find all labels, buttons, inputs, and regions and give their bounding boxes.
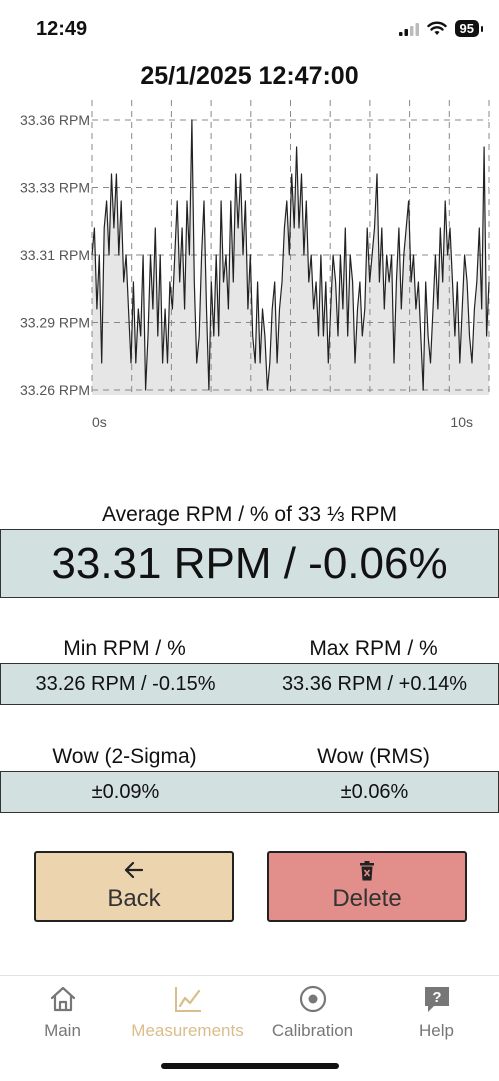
svg-text:?: ? bbox=[432, 989, 441, 1006]
back-button-label: Back bbox=[107, 885, 161, 912]
x-tick-label: 0s bbox=[92, 414, 107, 430]
home-icon bbox=[0, 984, 125, 1014]
battery-indicator: 95 bbox=[454, 20, 484, 37]
help-icon: ? bbox=[374, 984, 499, 1014]
tab-calibration-label: Calibration bbox=[271, 1021, 354, 1040]
min-label: Min RPM / % bbox=[63, 637, 186, 660]
wifi-icon bbox=[426, 21, 447, 35]
max-value: 33.36 RPM / +0.14% bbox=[281, 673, 468, 695]
delete-button-label: Delete bbox=[332, 885, 402, 912]
status-icons: 95 bbox=[398, 20, 484, 37]
tab-calibration[interactable]: Calibration bbox=[250, 976, 375, 1051]
rpm-chart-svg: 33.36 RPM 33.33 RPM 33.31 RPM 33.29 RPM 33.2… bbox=[20, 100, 490, 430]
tab-measurements[interactable]: Measurements bbox=[125, 976, 250, 1051]
tab-help[interactable]: ? Help bbox=[374, 976, 499, 1051]
y-tick-label: 33.33 RPM bbox=[20, 180, 90, 196]
status-bar: 12:49 95 bbox=[0, 0, 499, 60]
chart-line-icon bbox=[125, 984, 250, 1014]
wow-sigma-label: Wow (2-Sigma) bbox=[52, 745, 197, 768]
status-time: 12:49 bbox=[36, 18, 88, 40]
home-indicator bbox=[161, 1063, 339, 1069]
back-button[interactable]: Back bbox=[34, 851, 234, 922]
tab-main[interactable]: Main bbox=[0, 976, 125, 1051]
target-icon bbox=[250, 984, 375, 1014]
y-tick-label: 33.29 RPM bbox=[20, 315, 90, 331]
y-tick-label: 33.36 RPM bbox=[20, 112, 90, 128]
wow-rms-label: Wow (RMS) bbox=[317, 745, 430, 768]
arrow-left-icon bbox=[36, 861, 232, 885]
tab-main-label: Main bbox=[44, 1021, 81, 1040]
y-tick-label: 33.31 RPM bbox=[20, 247, 90, 263]
delete-button[interactable]: Delete bbox=[267, 851, 467, 922]
signal-icon bbox=[398, 22, 419, 36]
average-label: Average RPM / % of 33 ⅓ RPM bbox=[102, 503, 397, 526]
tab-measurements-label: Measurements bbox=[131, 1021, 244, 1040]
max-label: Max RPM / % bbox=[309, 637, 438, 660]
trash-icon bbox=[269, 861, 465, 887]
minmax-box: 33.26 RPM / -0.15% 33.36 RPM / +0.14% bbox=[0, 663, 499, 705]
measurement-timestamp: 25/1/2025 12:47:00 bbox=[140, 62, 359, 90]
x-tick-label: 10s bbox=[450, 414, 473, 430]
wow-sigma-value: ±0.09% bbox=[91, 781, 160, 803]
wow-rms-value: ±0.06% bbox=[340, 781, 409, 803]
average-value: 33.31 RPM / -0.06% bbox=[0, 529, 499, 598]
tab-help-label: Help bbox=[419, 1021, 454, 1040]
rpm-chart: 33.36 RPM 33.33 RPM 33.31 RPM 33.29 RPM 33.2… bbox=[0, 95, 499, 440]
wow-box: ±0.09% ±0.06% bbox=[0, 771, 499, 813]
y-tick-label: 33.26 RPM bbox=[20, 382, 90, 398]
min-value: 33.26 RPM / -0.15% bbox=[35, 673, 216, 695]
